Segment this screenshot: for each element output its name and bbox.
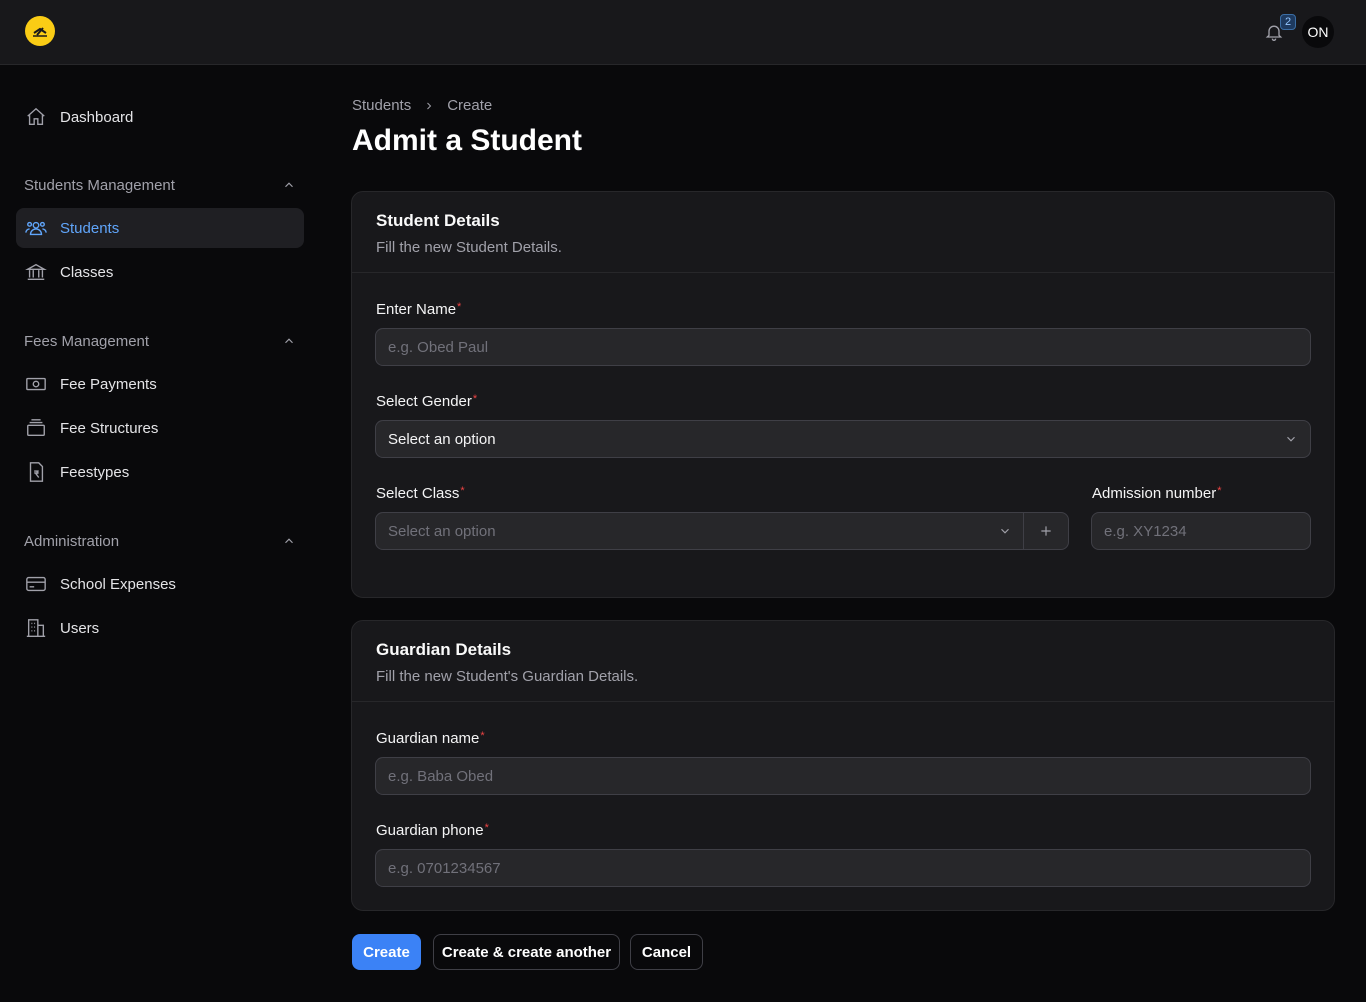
- sidebar-item-dashboard[interactable]: Dashboard: [16, 97, 304, 137]
- sidebar-item-label: Students: [60, 219, 120, 237]
- sidebar-item-feestypes[interactable]: Feestypes: [16, 452, 304, 492]
- sidebar-item-label: Dashboard: [60, 108, 134, 126]
- class-label: Select Class*: [376, 485, 465, 502]
- chevron-up-icon: [285, 538, 293, 544]
- document-currency-icon: [24, 460, 48, 484]
- sidebar-item-label: Classes: [60, 263, 114, 281]
- sidebar-item-users[interactable]: Users: [16, 608, 304, 648]
- credit-card-icon: [24, 572, 48, 596]
- chevron-up-icon: [285, 338, 293, 344]
- plus-icon: [1041, 526, 1051, 536]
- guardian-phone-input[interactable]: [388, 850, 1310, 886]
- sidebar-item-school-expenses[interactable]: School Expenses: [16, 564, 304, 604]
- guardian-details-card: Guardian Details Fill the new Student's …: [351, 620, 1335, 911]
- breadcrumb-current: Create: [447, 97, 493, 114]
- sidebar-item-students[interactable]: Students: [16, 208, 304, 248]
- top-bar: 2 ON: [0, 0, 1366, 65]
- sidebar-group-label: Students Management: [24, 176, 175, 194]
- sidebar-item-label: Fee Payments: [60, 375, 157, 393]
- home-icon: [24, 105, 48, 129]
- card-subtitle: Fill the new Student's Guardian Details.: [376, 668, 639, 685]
- add-class-button[interactable]: [1023, 513, 1068, 549]
- guardian-phone-label: Guardian phone*: [376, 822, 489, 839]
- admission-number-field[interactable]: [1091, 512, 1311, 550]
- admission-number-label: Admission number*: [1092, 485, 1222, 502]
- sidebar: Dashboard Students Management Students C…: [0, 65, 320, 1002]
- app-logo[interactable]: [25, 16, 55, 46]
- page-title: Admit a Student: [352, 124, 582, 157]
- cancel-button[interactable]: Cancel: [630, 934, 703, 970]
- notification-count-badge: 2: [1280, 14, 1296, 30]
- sidebar-item-classes[interactable]: Classes: [16, 252, 304, 292]
- sidebar-item-fee-payments[interactable]: Fee Payments: [16, 364, 304, 404]
- chevron-right-icon: [423, 100, 435, 112]
- sidebar-item-label: Users: [60, 619, 100, 637]
- cash-icon: [24, 372, 48, 396]
- gender-select-value: Select an option: [388, 430, 496, 448]
- guardian-name-label: Guardian name*: [376, 730, 485, 747]
- name-label: Enter Name*: [376, 301, 462, 318]
- card-header: Guardian Details Fill the new Student's …: [352, 621, 1334, 702]
- card-subtitle: Fill the new Student Details.: [376, 239, 562, 256]
- class-select[interactable]: Select an option: [375, 512, 1069, 550]
- guardian-name-field[interactable]: [375, 757, 1311, 795]
- sidebar-item-label: Fee Structures: [60, 419, 159, 437]
- admission-number-input[interactable]: [1104, 513, 1310, 549]
- breadcrumb: Students Create: [352, 97, 492, 114]
- logo-mark-icon: [33, 27, 47, 37]
- create-and-create-another-button[interactable]: Create & create another: [433, 934, 620, 970]
- class-select-value: Select an option: [388, 522, 496, 540]
- sidebar-item-label: School Expenses: [60, 575, 176, 593]
- user-avatar[interactable]: ON: [1302, 16, 1334, 48]
- stack-icon: [24, 416, 48, 440]
- guardian-phone-field[interactable]: [375, 849, 1311, 887]
- name-field[interactable]: [375, 328, 1311, 366]
- card-header: Student Details Fill the new Student Det…: [352, 192, 1334, 273]
- student-details-card: Student Details Fill the new Student Det…: [351, 191, 1335, 598]
- card-title: Guardian Details: [376, 640, 512, 659]
- chevron-up-icon: [285, 182, 293, 188]
- gender-label: Select Gender*: [376, 393, 478, 410]
- building-columns-icon: [24, 260, 48, 284]
- chevron-down-icon: [1287, 436, 1295, 442]
- breadcrumb-students-link[interactable]: Students: [352, 97, 411, 114]
- sidebar-group-label: Administration: [24, 532, 120, 550]
- name-input[interactable]: [388, 329, 1310, 365]
- create-button[interactable]: Create: [352, 934, 421, 970]
- sidebar-item-label: Feestypes: [60, 463, 130, 481]
- sidebar-group-administration[interactable]: Administration: [24, 529, 296, 553]
- office-building-icon: [24, 616, 48, 640]
- chevron-down-icon: [1001, 528, 1009, 534]
- sidebar-group-label: Fees Management: [24, 332, 150, 350]
- guardian-name-input[interactable]: [388, 758, 1310, 794]
- card-title: Student Details: [376, 211, 500, 230]
- sidebar-group-students-management[interactable]: Students Management: [24, 173, 296, 197]
- sidebar-group-fees-management[interactable]: Fees Management: [24, 329, 296, 353]
- users-group-icon: [24, 216, 48, 240]
- sidebar-item-fee-structures[interactable]: Fee Structures: [16, 408, 304, 448]
- gender-select[interactable]: Select an option: [375, 420, 1311, 458]
